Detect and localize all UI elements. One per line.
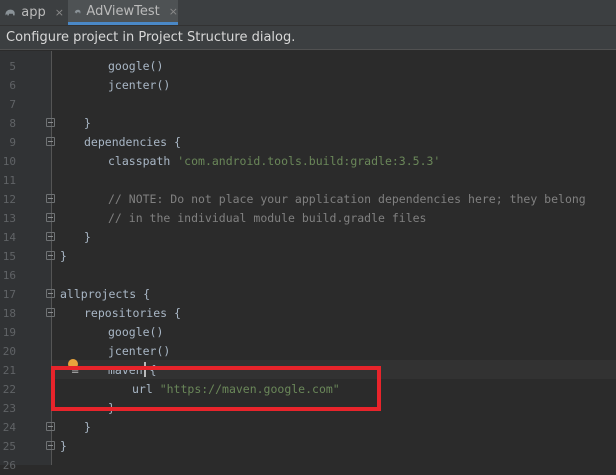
line-number: 25 bbox=[2, 440, 16, 453]
line-number: 15 bbox=[2, 250, 16, 263]
fold-marker[interactable] bbox=[46, 251, 55, 260]
gradle-elephant-icon bbox=[74, 9, 81, 13]
code-token: google() bbox=[108, 325, 164, 339]
fold-marker[interactable] bbox=[46, 289, 55, 298]
editor-tab-bar: app × AdViewTest × bbox=[0, 0, 616, 26]
line-number: 17 bbox=[2, 288, 16, 301]
tab-label-app: app bbox=[21, 5, 46, 20]
code-line[interactable]: 26 bbox=[0, 456, 616, 475]
string-literal: 'com.android.tools.build:gradle:3.5.3' bbox=[177, 154, 441, 168]
code-line[interactable]: 15} bbox=[0, 247, 616, 266]
fold-marker[interactable] bbox=[46, 422, 55, 431]
code-text[interactable]: classpath 'com.android.tools.build:gradl… bbox=[108, 152, 440, 171]
fold-marker[interactable] bbox=[46, 194, 55, 203]
line-number: 23 bbox=[2, 402, 16, 415]
line-number: 18 bbox=[2, 307, 16, 320]
code-line[interactable]: 14} bbox=[0, 228, 616, 247]
fold-marker[interactable] bbox=[46, 308, 55, 317]
line-number: 8 bbox=[9, 117, 16, 130]
code-line[interactable]: 7 bbox=[0, 95, 616, 114]
line-number: 11 bbox=[2, 174, 16, 187]
code-text[interactable]: } bbox=[84, 114, 91, 133]
code-comment: // NOTE: Do not place your application d… bbox=[108, 192, 586, 206]
code-text[interactable]: // NOTE: Do not place your application d… bbox=[108, 190, 586, 209]
line-number: 7 bbox=[9, 98, 16, 111]
fold-marker[interactable] bbox=[46, 118, 55, 127]
code-token: classpath bbox=[108, 154, 178, 168]
code-text[interactable]: google() bbox=[108, 323, 163, 342]
line-number: 16 bbox=[2, 269, 16, 282]
gradle-elephant-icon bbox=[5, 9, 15, 16]
fold-marker[interactable] bbox=[46, 232, 55, 241]
code-text[interactable]: // in the individual module build.gradle… bbox=[108, 209, 427, 228]
code-text[interactable]: google() bbox=[108, 57, 163, 76]
line-number: 13 bbox=[2, 212, 16, 225]
line-number: 5 bbox=[9, 60, 16, 73]
line-number: 19 bbox=[2, 326, 16, 339]
code-line[interactable]: 25} bbox=[0, 437, 616, 456]
fold-marker[interactable] bbox=[46, 213, 55, 222]
code-token: } bbox=[60, 249, 67, 263]
code-text[interactable]: jcenter() bbox=[108, 342, 170, 361]
code-token: google() bbox=[108, 59, 164, 73]
code-line[interactable]: 6 jcenter() bbox=[0, 76, 616, 95]
code-text[interactable]: } bbox=[60, 247, 67, 266]
code-line[interactable]: 16 bbox=[0, 266, 616, 285]
code-text[interactable]: } bbox=[84, 228, 91, 247]
code-token: } bbox=[84, 116, 91, 130]
code-line[interactable]: 18 repositories { bbox=[0, 304, 616, 323]
code-line[interactable]: 19 google() bbox=[0, 323, 616, 342]
tab-adviewtest[interactable]: AdViewTest × bbox=[68, 0, 178, 25]
code-line[interactable]: 13 // in the individual module build.grad… bbox=[0, 209, 616, 228]
code-token: } bbox=[84, 230, 91, 244]
code-token: allprojects { bbox=[60, 287, 151, 301]
fold-marker[interactable] bbox=[46, 137, 55, 146]
code-line[interactable]: 10 classpath 'com.android.tools.build:gra… bbox=[0, 152, 616, 171]
code-text[interactable]: dependencies { bbox=[84, 133, 181, 152]
line-number: 26 bbox=[2, 459, 16, 472]
line-number: 9 bbox=[9, 136, 16, 149]
line-number: 12 bbox=[2, 193, 16, 206]
code-line[interactable]: 9 dependencies { bbox=[0, 133, 616, 152]
code-token: } bbox=[60, 439, 67, 453]
line-number: 6 bbox=[9, 79, 16, 92]
code-text[interactable]: allprojects { bbox=[60, 285, 150, 304]
tab-app[interactable]: app × bbox=[4, 0, 64, 25]
code-token: } bbox=[84, 420, 91, 434]
code-token: jcenter() bbox=[108, 78, 171, 92]
code-comment: // in the individual module build.gradle… bbox=[108, 211, 427, 225]
highlight-annotation-box bbox=[51, 366, 381, 411]
code-line[interactable]: 11 bbox=[0, 171, 616, 190]
code-line[interactable]: 20 jcenter() bbox=[0, 342, 616, 361]
code-text[interactable]: repositories { bbox=[84, 304, 181, 323]
line-number: 20 bbox=[2, 345, 16, 358]
close-icon[interactable]: × bbox=[55, 6, 64, 19]
code-line[interactable]: 8} bbox=[0, 114, 616, 133]
code-line[interactable]: 17 allprojects { bbox=[0, 285, 616, 304]
code-token: dependencies { bbox=[84, 135, 181, 149]
fold-marker[interactable] bbox=[46, 441, 55, 450]
line-number: 22 bbox=[2, 383, 16, 396]
line-number: 24 bbox=[2, 421, 16, 434]
project-structure-notice[interactable]: Configure project in Project Structure d… bbox=[0, 26, 616, 50]
code-token: jcenter() bbox=[108, 344, 171, 358]
code-line[interactable]: 24} bbox=[0, 418, 616, 437]
code-text[interactable]: } bbox=[84, 418, 91, 437]
code-line[interactable]: 12 // NOTE: Do not place your application… bbox=[0, 190, 616, 209]
line-number: 10 bbox=[2, 155, 16, 168]
code-line[interactable]: 5 google() bbox=[0, 57, 616, 76]
line-number: 14 bbox=[2, 231, 16, 244]
code-text[interactable]: } bbox=[60, 437, 67, 456]
code-token: repositories { bbox=[84, 306, 181, 320]
close-icon[interactable]: × bbox=[169, 5, 178, 18]
tab-label-adviewtest: AdViewTest bbox=[86, 3, 160, 19]
code-text[interactable]: jcenter() bbox=[108, 76, 170, 95]
line-number: 21 bbox=[2, 364, 16, 377]
